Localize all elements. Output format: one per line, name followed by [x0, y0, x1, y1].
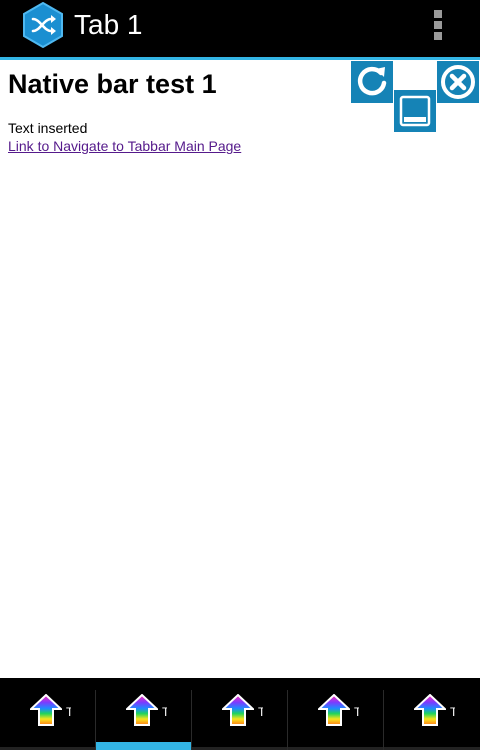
- close-icon: [441, 65, 475, 99]
- overflow-menu-icon[interactable]: [425, 8, 451, 42]
- tab-label: T: [66, 705, 71, 719]
- tab-label: T: [258, 705, 263, 719]
- tab-5[interactable]: T: [384, 678, 480, 750]
- close-button[interactable]: [437, 61, 479, 103]
- tabbar-main-page-link[interactable]: Link to Navigate to Tabbar Main Page: [8, 138, 241, 155]
- page-heading: Native bar test 1: [8, 69, 217, 99]
- minimize-button[interactable]: [394, 90, 436, 132]
- rainbow-up-arrow-icon: [126, 694, 158, 726]
- rainbow-up-arrow-icon: [414, 694, 446, 726]
- rainbow-up-arrow-icon: [222, 694, 254, 726]
- tab-2[interactable]: T: [96, 678, 192, 750]
- inserted-text: Text inserted: [8, 120, 88, 136]
- tab-3[interactable]: T: [192, 678, 288, 750]
- refresh-icon: [357, 66, 387, 96]
- refresh-button[interactable]: [351, 61, 393, 103]
- app-screen: Tab 1 Native bar test 1 Text inserted Li…: [0, 0, 480, 750]
- tab-label: T: [162, 705, 167, 719]
- tab-selected-indicator: [96, 742, 191, 750]
- tab-4[interactable]: T: [288, 678, 384, 750]
- action-bar: Tab 1: [0, 0, 480, 57]
- minimize-icon: [399, 95, 431, 127]
- rainbow-up-arrow-icon: [318, 694, 350, 726]
- tab-1[interactable]: T: [0, 678, 96, 750]
- shuffle-hexagon-icon[interactable]: [20, 1, 66, 49]
- bottom-tab-bar: T T T T T: [0, 678, 480, 750]
- action-bar-divider: [0, 57, 480, 60]
- app-title: Tab 1: [74, 9, 143, 40]
- tab-label: T: [450, 705, 455, 719]
- rainbow-up-arrow-icon: [30, 694, 62, 726]
- tab-label: T: [354, 705, 359, 719]
